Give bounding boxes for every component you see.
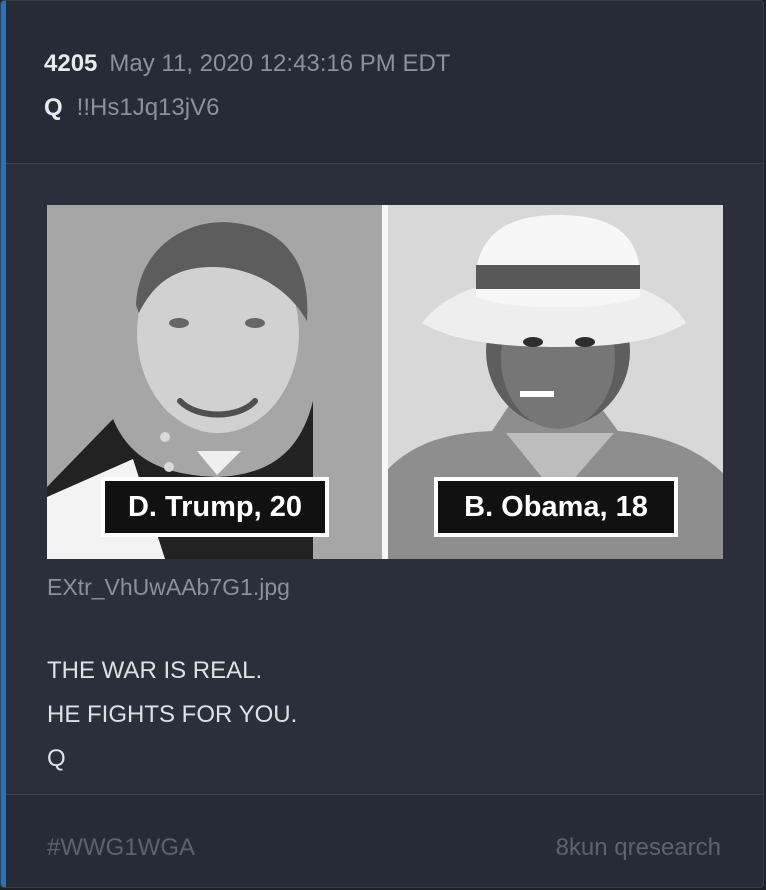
footer-hashtag: #WWG1WGA — [47, 834, 195, 861]
right-photo-caption: B. Obama, 18 — [434, 477, 678, 537]
message-line: HE FIGHTS FOR YOU. — [47, 701, 298, 728]
footer-source: 8kun qresearch — [555, 834, 721, 861]
post-message: THE WAR IS REAL. HE FIGHTS FOR YOU. Q — [47, 649, 297, 781]
post-meta: 4205 May 11, 2020 12:43:16 PM EDT — [44, 49, 450, 79]
post-card: 4205 May 11, 2020 12:43:16 PM EDT Q !!Hs1J… — [0, 0, 764, 888]
author-name: Q — [44, 94, 63, 121]
message-line: THE WAR IS REAL. — [47, 657, 263, 684]
message-signature: Q — [47, 745, 66, 772]
image-filename[interactable]: EXtr_VhUwAAb7G1.jpg — [47, 573, 290, 601]
post-image[interactable]: D. Trump, 20 B. Obama, 18 — [47, 205, 723, 559]
tripcode: !!Hs1Jq13jV6 — [76, 94, 220, 121]
post-date: May 11, 2020 12:43:16 PM EDT — [109, 50, 451, 77]
post-number[interactable]: 4205 — [44, 50, 97, 77]
left-photo-caption: D. Trump, 20 — [101, 477, 329, 537]
post-header: 4205 May 11, 2020 12:43:16 PM EDT Q !!Hs1J… — [6, 1, 763, 164]
post-author: Q !!Hs1Jq13jV6 — [44, 93, 219, 123]
post-footer: #WWG1WGA 8kun qresearch — [6, 794, 763, 887]
